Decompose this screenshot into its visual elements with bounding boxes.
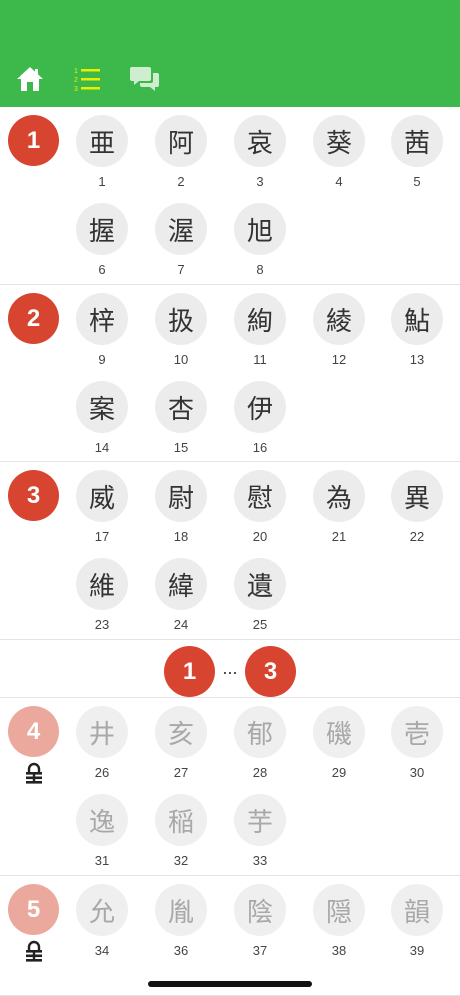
kanji-character: 伊 bbox=[234, 381, 286, 433]
kanji-number: 4 bbox=[335, 174, 343, 189]
home-icon[interactable] bbox=[15, 64, 45, 94]
kanji-character: 亜 bbox=[76, 115, 128, 167]
kanji-number: 27 bbox=[173, 765, 189, 780]
kanji-character: 慰 bbox=[234, 470, 286, 522]
kanji-character: 威 bbox=[76, 470, 128, 522]
kanji-number: 11 bbox=[253, 352, 267, 367]
page-ellipsis: ... bbox=[222, 658, 238, 678]
kanji-number: 37 bbox=[252, 943, 268, 958]
kanji-character: 鮎 bbox=[391, 293, 443, 345]
kanji-number: 14 bbox=[94, 440, 110, 455]
kanji-character: 隠 bbox=[313, 884, 365, 936]
kanji-number: 9 bbox=[98, 352, 106, 367]
kanji-number: 5 bbox=[413, 174, 421, 189]
kanji-character: 哀 bbox=[234, 115, 286, 167]
lock-icon bbox=[23, 940, 45, 962]
kanji-character: 旭 bbox=[234, 203, 286, 255]
kanji-number: 22 bbox=[409, 529, 425, 544]
kanji-character: 案 bbox=[76, 381, 128, 433]
kanji-character: 陰 bbox=[234, 884, 286, 936]
kanji-number: 13 bbox=[409, 352, 425, 367]
kanji-character: 逸 bbox=[76, 794, 128, 846]
kanji-character: 允 bbox=[76, 884, 128, 936]
kanji-number: 8 bbox=[256, 262, 264, 277]
kanji-number: 28 bbox=[252, 765, 268, 780]
svg-text:3: 3 bbox=[74, 86, 78, 93]
kanji-number: 32 bbox=[173, 853, 189, 868]
svg-text:1: 1 bbox=[74, 68, 78, 75]
kanji-number: 16 bbox=[252, 440, 268, 455]
kanji-number: 38 bbox=[331, 943, 347, 958]
kanji-character: 梓 bbox=[76, 293, 128, 345]
kanji-number: 6 bbox=[98, 262, 106, 277]
section-number-badge[interactable]: 4 bbox=[8, 706, 59, 757]
kanji-number: 7 bbox=[177, 262, 185, 277]
kanji-number: 25 bbox=[252, 617, 268, 632]
kanji-character: 異 bbox=[391, 470, 443, 522]
kanji-character: 郁 bbox=[234, 706, 286, 758]
kanji-number: 10 bbox=[173, 352, 189, 367]
kanji-character: 葵 bbox=[313, 115, 365, 167]
kanji-number: 26 bbox=[94, 765, 110, 780]
kanji-character: 井 bbox=[76, 706, 128, 758]
kanji-character: 渥 bbox=[155, 203, 207, 255]
kanji-number: 29 bbox=[331, 765, 347, 780]
kanji-number: 3 bbox=[256, 174, 264, 189]
kanji-character: 杏 bbox=[155, 381, 207, 433]
kanji-number: 30 bbox=[409, 765, 425, 780]
kanji-character: 胤 bbox=[155, 884, 207, 936]
kanji-character: 茜 bbox=[391, 115, 443, 167]
kanji-number: 34 bbox=[94, 943, 110, 958]
kanji-character: 阿 bbox=[155, 115, 207, 167]
home-indicator bbox=[148, 981, 312, 987]
section-number-badge[interactable]: 3 bbox=[8, 470, 59, 521]
kanji-character: 韻 bbox=[391, 884, 443, 936]
kanji-number: 33 bbox=[252, 853, 268, 868]
lock-icon bbox=[23, 762, 45, 784]
page-first-button[interactable]: 1 bbox=[164, 646, 215, 697]
kanji-number: 2 bbox=[177, 174, 185, 189]
kanji-character: 遺 bbox=[234, 558, 286, 610]
kanji-character: 緯 bbox=[155, 558, 207, 610]
kanji-section: 3 威 17 尉 18 慰 20 為 21 異 22 維 23 緯 24 遺 25 bbox=[0, 462, 460, 640]
kanji-section: 1亜1阿2哀3葵4茜5握6渥7旭8 bbox=[0, 107, 460, 285]
kanji-number: 31 bbox=[94, 853, 110, 868]
kanji-number: 12 bbox=[331, 352, 347, 367]
kanji-character: 綾 bbox=[313, 293, 365, 345]
kanji-character: 握 bbox=[76, 203, 128, 255]
kanji-number: 24 bbox=[173, 617, 189, 632]
kanji-section: 4 井 26 亥 27 郁 28 磯 29 壱 30 逸 31 稲 32 芋 33 bbox=[0, 698, 460, 876]
kanji-number: 39 bbox=[409, 943, 425, 958]
section-number-badge[interactable]: 5 bbox=[8, 884, 59, 935]
kanji-character: 芋 bbox=[234, 794, 286, 846]
kanji-number: 15 bbox=[173, 440, 189, 455]
kanji-character: 尉 bbox=[155, 470, 207, 522]
kanji-number: 18 bbox=[173, 529, 189, 544]
kanji-number: 20 bbox=[252, 529, 268, 544]
page-last-button[interactable]: 3 bbox=[245, 646, 296, 697]
kanji-character: 絢 bbox=[234, 293, 286, 345]
kanji-section: 5 允 34 胤 36 陰 37 隠 38 韻 39 bbox=[0, 876, 460, 996]
section-number-badge[interactable]: 2 bbox=[8, 293, 59, 344]
kanji-number: 21 bbox=[331, 529, 347, 544]
svg-text:2: 2 bbox=[74, 77, 78, 84]
kanji-character: 壱 bbox=[391, 706, 443, 758]
kanji-character: 維 bbox=[76, 558, 128, 610]
list-icon[interactable]: 1 2 3 bbox=[73, 64, 103, 94]
kanji-section: 2 梓 9 扱 10 絢 11 綾 12 鮎 13 案 14 杏 15 伊 16 bbox=[0, 285, 460, 462]
kanji-character: 為 bbox=[313, 470, 365, 522]
kanji-character: 亥 bbox=[155, 706, 207, 758]
chat-icon[interactable] bbox=[130, 64, 160, 94]
section-number-badge[interactable]: 1 bbox=[8, 115, 59, 166]
top-bar: 1 2 3 bbox=[0, 0, 460, 107]
kanji-number: 17 bbox=[94, 529, 110, 544]
kanji-character: 磯 bbox=[313, 706, 365, 758]
pagination: 1 ... 3 bbox=[0, 640, 460, 698]
kanji-number: 1 bbox=[98, 174, 106, 189]
kanji-character: 扱 bbox=[155, 293, 207, 345]
kanji-number: 23 bbox=[94, 617, 110, 632]
kanji-character: 稲 bbox=[155, 794, 207, 846]
kanji-number: 36 bbox=[173, 943, 189, 958]
